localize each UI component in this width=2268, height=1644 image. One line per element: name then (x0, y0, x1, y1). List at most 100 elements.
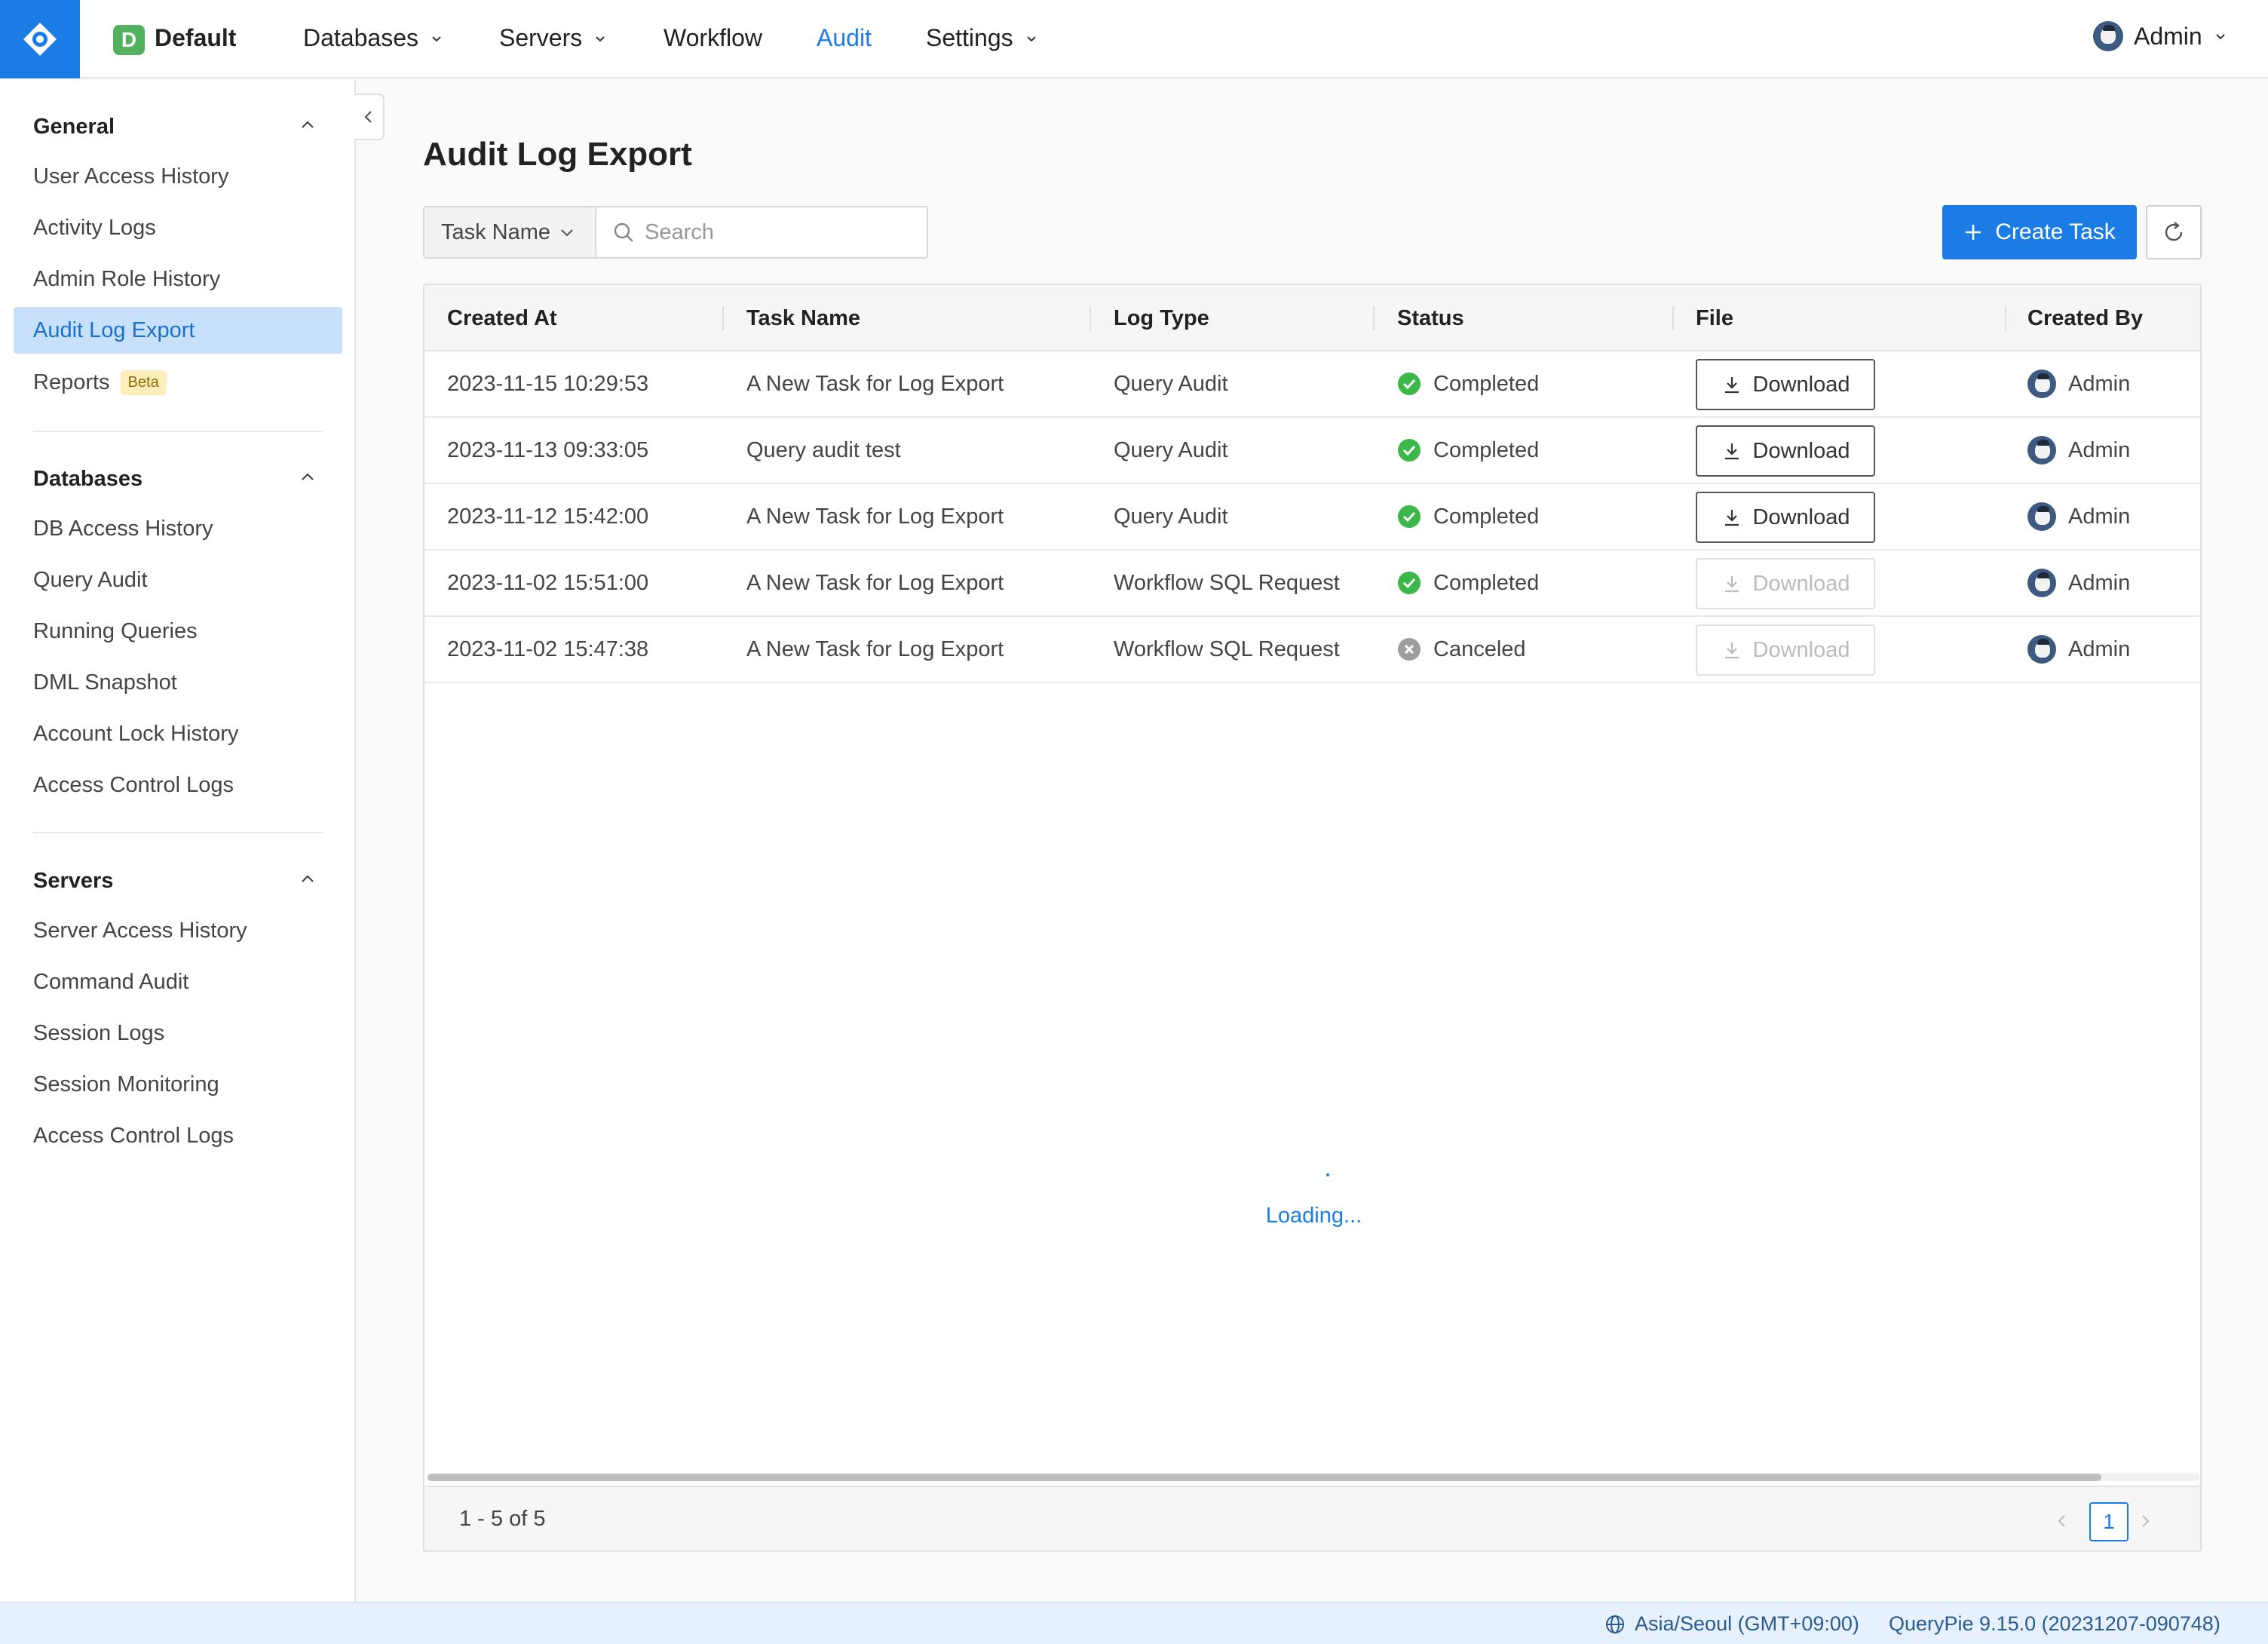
user-menu[interactable]: Admin (2093, 21, 2228, 51)
nav-workflow[interactable]: Workflow (664, 24, 762, 52)
chevron-up-icon[interactable] (297, 115, 318, 136)
sidebar-item-command-audit[interactable]: Command Audit (14, 958, 342, 1005)
x-circle-icon (1398, 638, 1421, 661)
nav-audit[interactable]: Audit (817, 24, 872, 52)
chevron-up-icon[interactable] (297, 869, 318, 890)
nav-databases[interactable]: Databases (303, 24, 444, 52)
column-task-name[interactable]: Task Name (746, 285, 860, 351)
create-task-button[interactable]: Create Task (1942, 205, 2137, 259)
cell-status: Canceled (1397, 617, 1526, 682)
download-icon (1724, 377, 1739, 394)
sidebar-item-user-access-history[interactable]: User Access History (14, 153, 342, 200)
sidebar-item-dml-snapshot[interactable]: DML Snapshot (14, 659, 342, 706)
nav-settings[interactable]: Settings (926, 24, 1039, 52)
sidebar-item-server-access-history[interactable]: Server Access History (14, 907, 342, 954)
workspace-name[interactable]: Default (155, 24, 236, 52)
sidebar-item-query-audit[interactable]: Query Audit (14, 557, 342, 603)
nav-settings-label: Settings (926, 24, 1013, 51)
timezone-indicator[interactable]: Asia/Seoul (GMT+09:00) (1604, 1612, 1859, 1636)
search-input[interactable] (645, 219, 916, 245)
avatar (2027, 635, 2056, 664)
created-by-name: Admin (2068, 437, 2131, 462)
sidebar-item-server-access-control-logs[interactable]: Access Control Logs (14, 1112, 342, 1159)
pagination-range: 1 - 5 of 5 (459, 1507, 546, 1531)
pagination-next-button[interactable] (2130, 1504, 2160, 1538)
cell-status: Completed (1397, 351, 1539, 416)
pagination-prev-button[interactable] (2047, 1504, 2077, 1538)
table-row: 2023-11-13 09:33:05 Query audit test Que… (424, 418, 2200, 484)
download-button: Download (1696, 624, 1875, 676)
cell-log-type: Query Audit (1114, 437, 1228, 462)
column-divider (1373, 306, 1375, 330)
sidebar-item-admin-role-history[interactable]: Admin Role History (14, 256, 342, 302)
sidebar-section-general[interactable]: General (33, 115, 115, 140)
sidebar-collapse-button[interactable] (354, 94, 385, 140)
cell-created-by: Admin (2027, 551, 2130, 615)
check-circle-icon (1398, 439, 1421, 462)
column-divider (2005, 306, 2006, 330)
cell-created-by: Admin (2027, 418, 2130, 483)
status-text: Completed (1433, 504, 1540, 529)
sidebar-section-servers[interactable]: Servers (33, 869, 113, 894)
check-circle-icon (1398, 572, 1421, 594)
sidebar: General User Access History Activity Log… (0, 80, 356, 1602)
user-name: Admin (2134, 22, 2202, 50)
download-button[interactable]: Download (1696, 359, 1875, 410)
avatar (2027, 502, 2056, 531)
cell-status: Completed (1397, 484, 1539, 549)
table-row: 2023-11-02 15:51:00 A New Task for Log E… (424, 551, 2200, 617)
sidebar-item-label: Reports (33, 370, 110, 394)
top-navbar: D Default Databases Servers Workflow Aud… (0, 0, 2268, 78)
sidebar-item-db-access-control-logs[interactable]: Access Control Logs (14, 762, 342, 808)
sidebar-item-session-logs[interactable]: Session Logs (14, 1010, 342, 1057)
sidebar-item-account-lock-history[interactable]: Account Lock History (14, 710, 342, 757)
plus-icon (1966, 225, 1981, 240)
column-status[interactable]: Status (1397, 285, 1464, 351)
app-logo[interactable] (0, 0, 80, 78)
pagination-page-current[interactable]: 1 (2089, 1502, 2129, 1541)
column-log-type[interactable]: Log Type (1114, 285, 1209, 351)
download-icon (1724, 576, 1739, 593)
cell-status: Completed (1397, 418, 1539, 483)
sidebar-divider (33, 832, 323, 833)
check-circle-icon (1398, 505, 1421, 528)
sidebar-section-databases[interactable]: Databases (33, 467, 143, 492)
download-button[interactable]: Download (1696, 492, 1875, 543)
chevron-right-icon (2142, 1515, 2150, 1527)
filter-field-select[interactable]: Task Name (423, 206, 596, 259)
cell-log-type: Query Audit (1114, 371, 1228, 396)
column-divider (722, 306, 724, 330)
chevron-left-icon (2058, 1515, 2065, 1527)
nav-servers-label: Servers (499, 24, 583, 51)
column-created-at[interactable]: Created At (447, 285, 557, 351)
created-by-name: Admin (2068, 570, 2131, 595)
beta-badge: Beta (120, 370, 167, 395)
sidebar-item-db-access-history[interactable]: DB Access History (14, 505, 342, 552)
nav-servers[interactable]: Servers (499, 24, 608, 52)
sidebar-item-activity-logs[interactable]: Activity Logs (14, 204, 342, 251)
column-created-by[interactable]: Created By (2027, 285, 2143, 351)
version-text: QueryPie 9.15.0 (20231207-090748) (1889, 1612, 2220, 1635)
filter-field-value: Task Name (441, 219, 551, 244)
horizontal-scrollbar-thumb[interactable] (428, 1474, 2101, 1481)
cell-log-type: Workflow SQL Request (1114, 570, 1340, 595)
status-text: Canceled (1433, 636, 1526, 661)
column-divider (1672, 306, 1674, 330)
nav-databases-label: Databases (303, 24, 418, 51)
search-box[interactable] (595, 206, 928, 259)
sidebar-item-audit-log-export[interactable]: Audit Log Export (14, 307, 342, 354)
status-text: Completed (1433, 570, 1540, 595)
refresh-button[interactable] (2146, 205, 2202, 259)
cell-log-type: Workflow SQL Request (1114, 636, 1340, 661)
sidebar-item-session-monitoring[interactable]: Session Monitoring (14, 1061, 342, 1108)
chevron-down-icon (561, 229, 573, 237)
sidebar-item-reports[interactable]: Reports Beta (14, 359, 342, 406)
timezone-text: Asia/Seoul (GMT+09:00) (1635, 1612, 1859, 1635)
status-text: Completed (1433, 437, 1540, 462)
column-file[interactable]: File (1696, 285, 1733, 351)
chevron-up-icon[interactable] (297, 467, 318, 488)
sidebar-item-running-queries[interactable]: Running Queries (14, 608, 342, 655)
download-button[interactable]: Download (1696, 425, 1875, 477)
download-icon (1724, 643, 1739, 659)
download-button: Download (1696, 558, 1875, 609)
